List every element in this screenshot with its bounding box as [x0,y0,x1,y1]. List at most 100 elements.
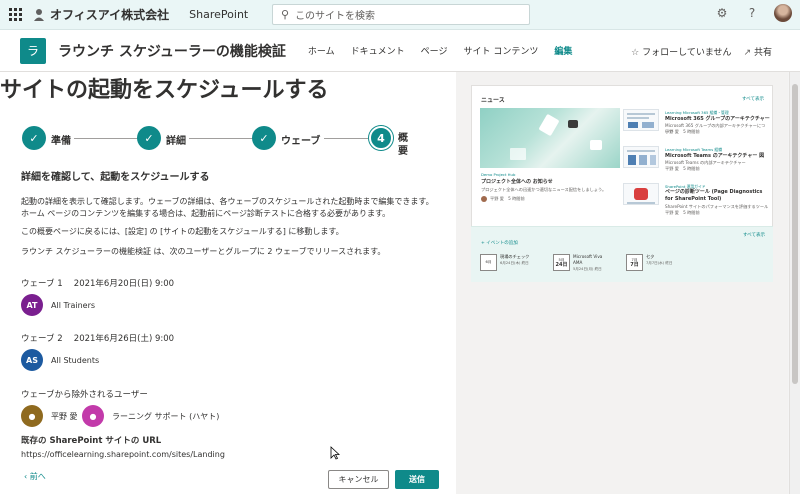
step-2-check-icon: ✓ [137,126,161,150]
cancel-button[interactable]: キャンセル [328,470,389,489]
review-subheading: 詳細を確認して、起動をスケジュールする [21,172,210,183]
news-hero-image [480,108,620,168]
site-logo[interactable]: ラ [20,37,46,64]
event-title: Microsoft Viva AMA [573,254,603,265]
return-instructions: この概要ページに戻るには、[設定] の [サイトの起動をスケジュールする] に移… [21,227,344,236]
star-icon: ☆ [631,48,640,58]
event-card[interactable]: 5月 24日 Microsoft Viva AMA 5月24日(月) 終日 [553,254,613,272]
help-icon[interactable]: ? [744,5,760,21]
chevron-left-icon: ‹ [24,472,28,481]
step-1-label: 準備 [51,136,71,147]
nav-site-contents[interactable]: サイト コンテンツ [463,44,538,57]
app-launcher-icon[interactable] [0,0,30,30]
mouse-cursor-icon [330,446,340,460]
step-3-label: ウェーブ [281,136,321,147]
release-summary: ラウンチ スケジューラーの機能検証 は、次のユーザーとグループに 2 ウェーブで… [21,247,386,256]
news-item-author: 平野 愛 5 時間前 [665,210,700,215]
share-label: 共有 [753,48,772,58]
search-placeholder: このサイトを検索 [295,11,376,22]
user-avatar-icon: ● [21,405,43,427]
user-avatar-icon: ● [82,405,104,427]
step-4-label: 概要 [398,133,408,157]
wave-1-title: ウェーブ 1 2021年6月20日(日) 9:00 [21,279,175,289]
group-avatar: AS [21,349,43,371]
wave-2-title: ウェーブ 2 2021年6月26日(土) 9:00 [21,334,175,344]
excluded-user: ● 平野 愛 [21,405,78,427]
step-connector [324,138,368,139]
suite-actions: ⚙ ? [714,4,792,22]
org-logo-icon [34,8,44,21]
share-button[interactable]: ↗ 共有 [744,45,772,58]
event-card[interactable]: 7月 7日 七夕 7月7日(水) 終日 [626,254,686,272]
url-label: 既存の SharePoint サイトの URL [21,436,162,446]
hero-desc: プロジェクト全体への迅速かつ適切なニュース配信をしましょう。 [481,187,607,192]
panel-content: サイトの起動をスケジュールする ✓ 準備 ✓ 詳細 ✓ ウェーブ 4 概要 詳細… [0,72,456,494]
send-button[interactable]: 送信 [395,470,439,489]
event-time: 5月24日(月) 終日 [573,267,602,271]
previous-label: 前へ [29,472,46,481]
group-avatar: AT [21,294,43,316]
scrollbar[interactable] [789,72,800,494]
news-item-title[interactable]: Microsoft 365 グループのアーキテクチャー [665,115,770,122]
news-thumb [623,109,659,131]
header-actions: ☆ フォローしていません ↗ 共有 [631,45,772,58]
news-item-title[interactable]: ページの診断ツール (Page Diagnostics for SharePoi… [665,189,769,203]
event-card[interactable]: 6月 現場のチェック 6月24日(木) 終日 [480,254,540,272]
news-see-all[interactable]: すべて表示 [742,96,764,102]
hero-tag: Demo Project Hub [481,172,516,177]
news-item-author: 平野 愛 5 時間前 [665,166,700,171]
nav-documents[interactable]: ドキュメント [351,44,405,57]
group-name: All Trainers [51,300,96,310]
site-nav: ホーム ドキュメント ページ サイト コンテンツ 編集 [308,44,572,57]
step-3-check-icon: ✓ [252,126,276,150]
event-date: 7月 7日 [626,254,643,271]
stepper: ✓ 準備 ✓ 詳細 ✓ ウェーブ 4 概要 [22,126,432,166]
follow-label: フォローしていません [642,48,732,58]
existing-site-url: https://officelearning.sharepoint.com/si… [21,450,225,459]
nav-pages[interactable]: ページ [421,44,448,57]
event-time: 7月7日(水) 終日 [646,261,673,265]
hero-author: 平野 愛 5 時間前 [490,196,525,201]
event-date: 5月 24日 [553,254,570,271]
user-avatar[interactable] [774,4,792,22]
events-see-all[interactable]: すべて表示 [743,232,765,238]
step-2-label: 詳細 [166,136,186,147]
author-avatar [481,196,487,202]
site-title[interactable]: ラウンチ スケジューラーの機能検証 [58,41,286,61]
add-event-link[interactable]: + イベントの追加 [481,240,518,246]
wave-1-group: AT All Trainers [21,294,95,316]
nav-home[interactable]: ホーム [308,44,335,57]
search-icon: ⚲ [281,8,290,21]
panel-heading: サイトの起動をスケジュールする [0,78,329,103]
news-thumb [623,183,659,205]
excluded-users-title: ウェーブから除外されるユーザー [21,390,148,400]
review-description: 起動の詳細を表示して確認します。ウェーブの詳細は、各ウェーブのスケジュールされた… [21,197,434,218]
excluded-user: ● ラーニング サポート (ハヤト) [82,405,219,427]
news-title: ニュース [481,97,505,104]
step-connector [74,138,138,139]
news-item-title[interactable]: Microsoft Teams のアーキテクチャー 図 [665,152,764,159]
nav-edit[interactable]: 編集 [554,44,572,57]
org-name[interactable]: オフィスアイ株式会社 [50,6,169,23]
wave-2-group: AS All Students [21,349,99,371]
event-date: 6月 [480,254,497,271]
step-4-current: 4 [369,126,393,150]
news-item-author: 平野 愛 5 時間前 [665,129,700,134]
step-1-check-icon: ✓ [22,126,46,150]
excluded-user-name: 平野 愛 [51,411,78,421]
previous-button[interactable]: ‹ 前へ [24,471,46,482]
event-time: 6月24日(木) 終日 [500,261,529,265]
app-name[interactable]: SharePoint [189,8,248,21]
site-header: ラ ラウンチ スケジューラーの機能検証 ホーム ドキュメント ページ サイト コ… [0,30,800,72]
hero-title[interactable]: プロジェクト全体への お知らせ [481,178,553,185]
settings-gear-icon[interactable]: ⚙ [714,5,730,21]
share-icon: ↗ [743,48,752,58]
events-section: すべて表示 + イベントの追加 6月 現場のチェック 6月24日(木) 終日 5月… [471,226,773,282]
news-thumb [623,146,659,168]
excluded-user-name: ラーニング サポート (ハヤト) [112,411,220,421]
step-connector [189,138,253,139]
follow-button[interactable]: ☆ フォローしていません [631,45,731,58]
scrollbar-thumb[interactable] [792,84,798,384]
group-name: All Students [51,355,100,365]
search-input[interactable]: ⚲ このサイトを検索 [272,4,530,25]
